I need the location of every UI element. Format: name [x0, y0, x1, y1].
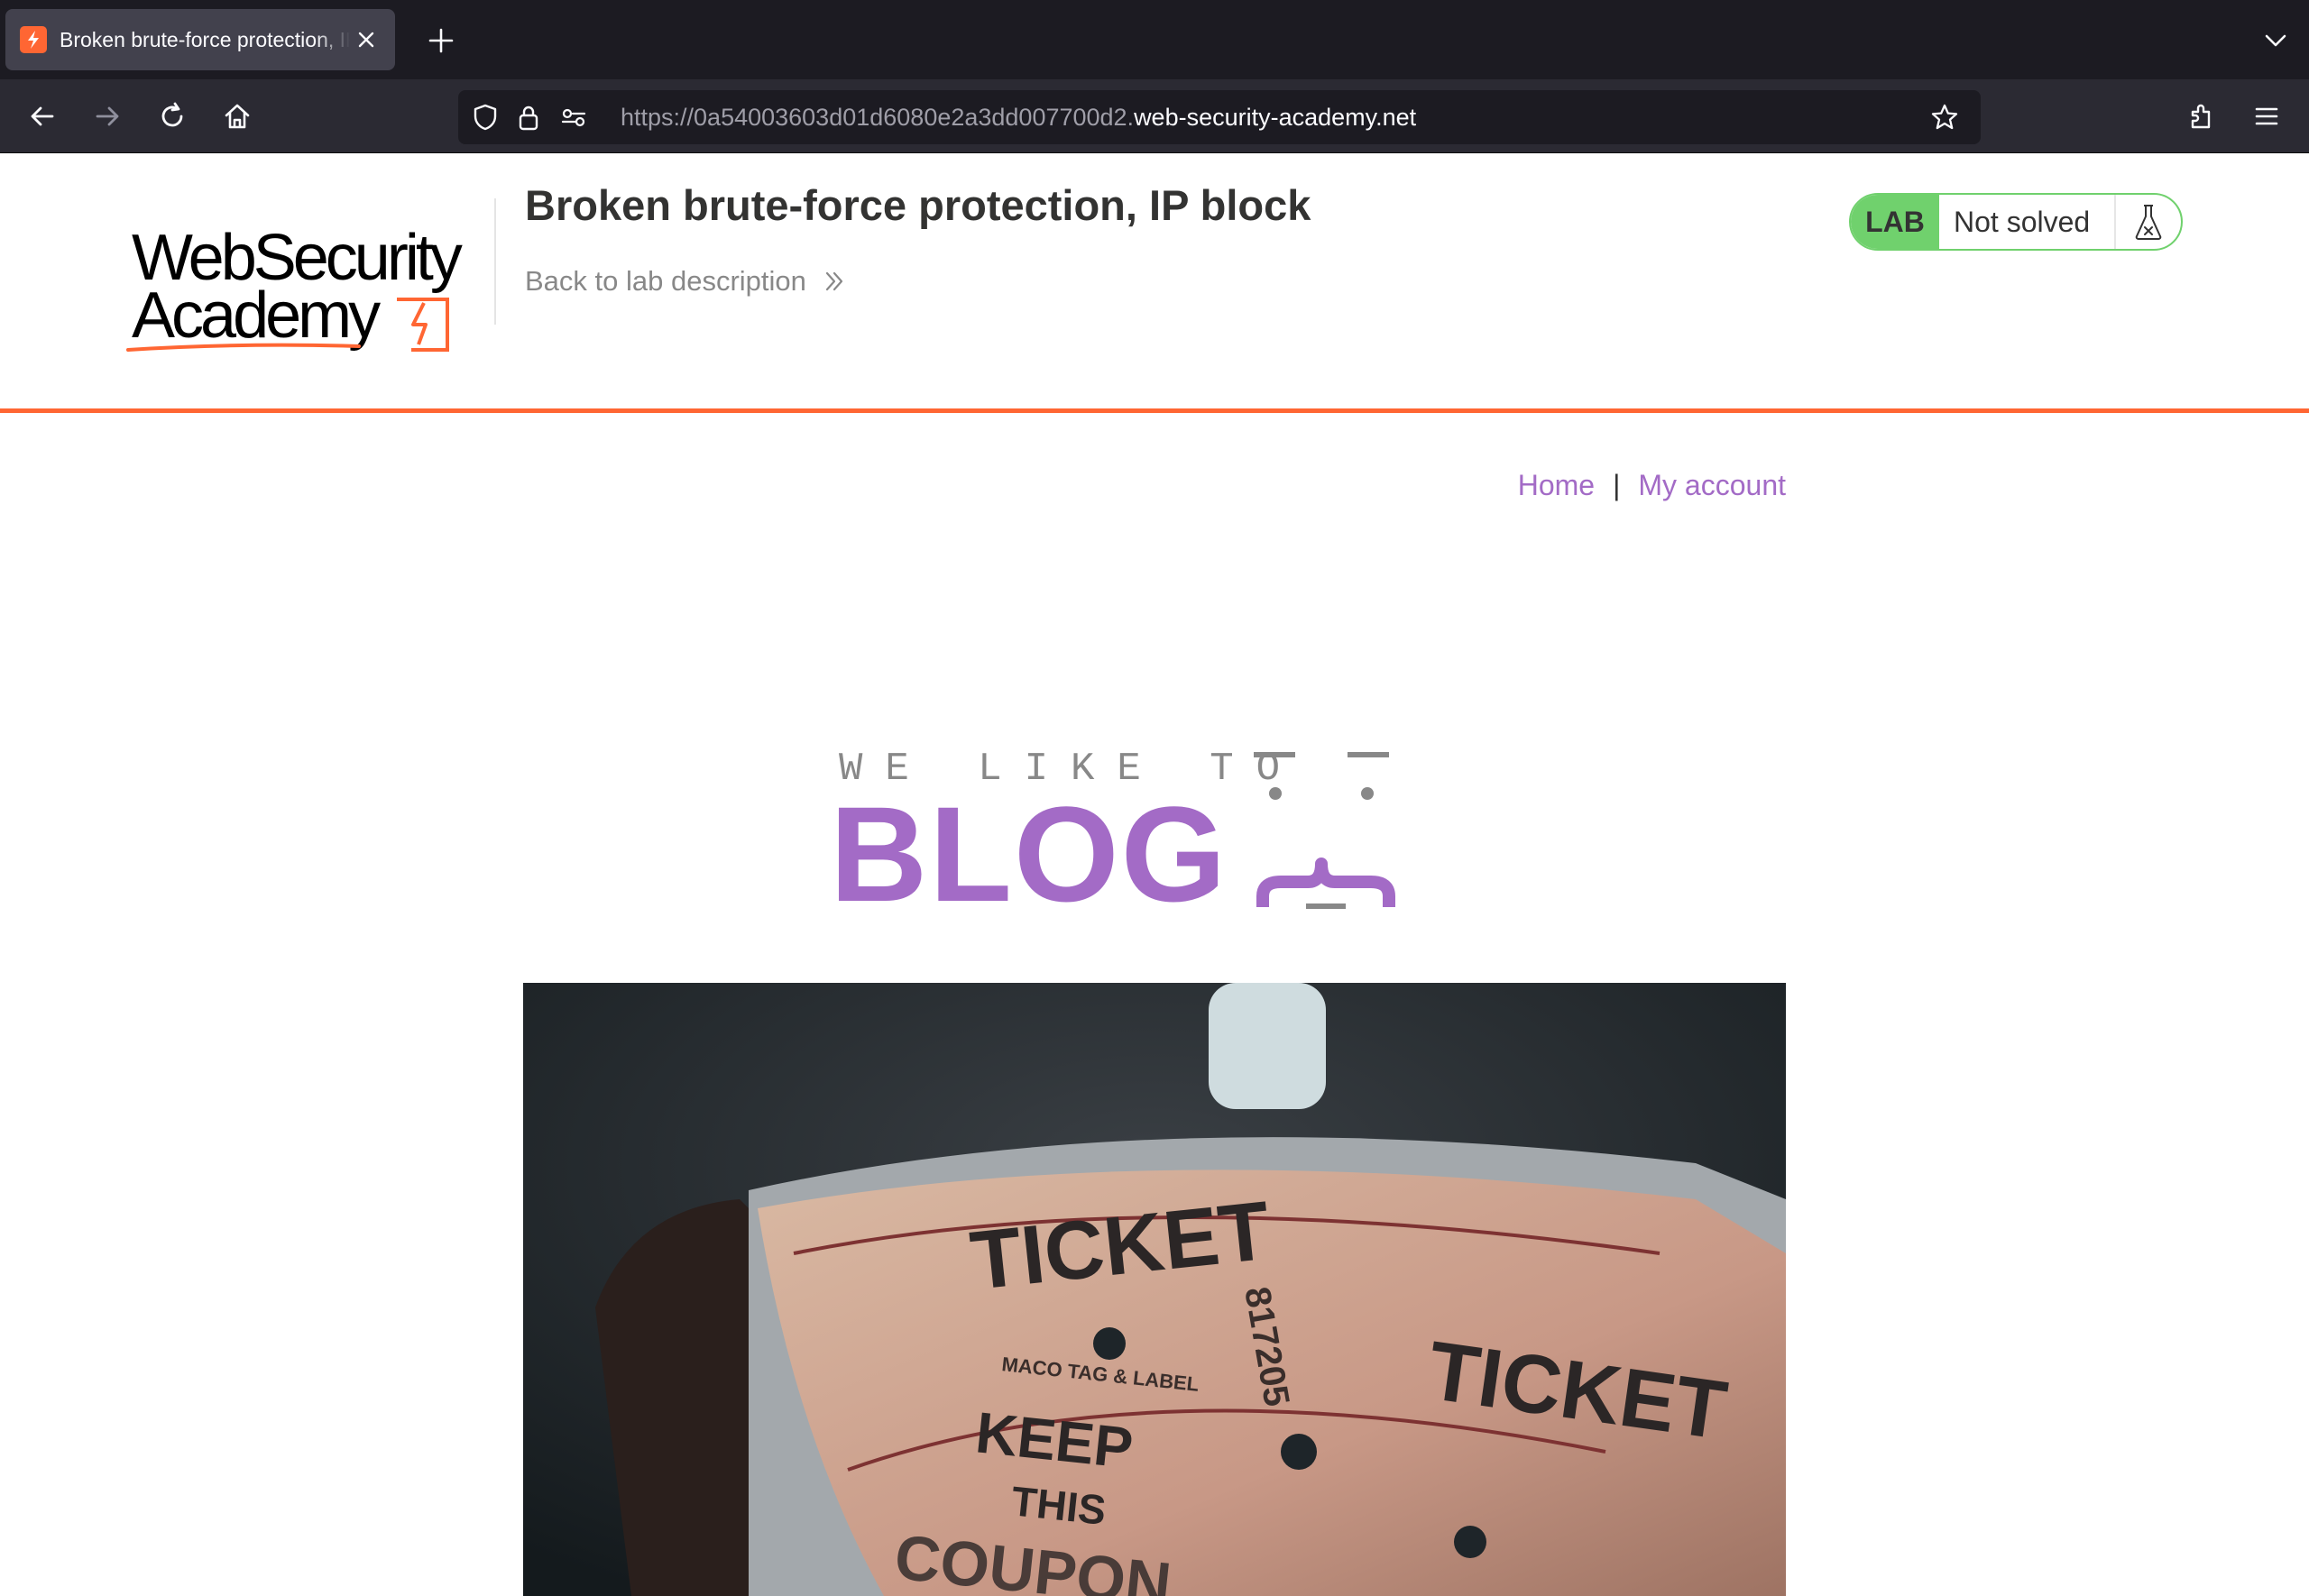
page-content: WebSecurity Academy Broken brute-force p…: [0, 153, 2309, 1596]
extensions-icon[interactable]: [2183, 97, 2221, 135]
lab-status-widget: LAB Not solved: [1849, 193, 2183, 251]
tab-list-icon[interactable]: [2262, 27, 2289, 54]
portswigger-favicon-icon: [20, 26, 47, 53]
browser-tab-bar: Broken brute-force protection, IP block: [0, 0, 2309, 79]
lab-badge: LAB: [1851, 195, 1939, 249]
lab-title: Broken brute-force protection, IP block: [525, 181, 1311, 229]
web-security-academy-logo[interactable]: WebSecurity Academy: [126, 189, 487, 352]
blog-banner: WE LIKE TO BLOG: [830, 738, 1479, 945]
ticket-line2: THIS: [1009, 1477, 1109, 1534]
menu-icon[interactable]: [2248, 97, 2286, 135]
blog-hero-image[interactable]: TICKET TICKET MACO TAG & LABEL KEEP THIS…: [523, 983, 1786, 1596]
blog-face-icon: [1254, 752, 1395, 909]
logo-line2: Academy: [132, 280, 381, 352]
reload-icon[interactable]: [153, 97, 191, 135]
header-orange-rule: [0, 408, 2309, 413]
my-account-link[interactable]: My account: [1638, 469, 1786, 502]
home-link[interactable]: Home: [1518, 469, 1595, 502]
url-prefix: https://0a54003603d01d6080e2a3dd007700d2…: [621, 104, 1135, 131]
url-domain: web-security-academy.net: [1134, 104, 1417, 131]
shield-icon[interactable]: [471, 103, 500, 132]
banner-big-text: BLOG: [830, 778, 1228, 930]
header-divider: [494, 198, 496, 325]
lab-status-text: Not solved: [1939, 195, 2116, 249]
lightning-box-icon: [397, 298, 449, 352]
url-text[interactable]: https://0a54003603d01d6080e2a3dd007700d2…: [621, 104, 1416, 132]
nav-separator: |: [1613, 469, 1621, 501]
permissions-icon[interactable]: [559, 103, 588, 132]
tab-title: Broken brute-force protection, IP block: [60, 27, 350, 51]
browser-tab[interactable]: Broken brute-force protection, IP block: [5, 9, 395, 70]
close-icon[interactable]: [354, 27, 379, 52]
double-chevron-right-icon: [825, 271, 843, 291]
top-navigation: Home | My account: [1518, 469, 1786, 502]
home-icon[interactable]: [218, 97, 256, 135]
logo-underline: [126, 343, 361, 352]
back-to-lab-description-link[interactable]: Back to lab description: [525, 265, 846, 298]
flask-icon: [2116, 195, 2181, 249]
lock-icon[interactable]: [514, 103, 543, 132]
back-link-label: Back to lab description: [525, 265, 806, 297]
ticket-roll-image: TICKET TICKET MACO TAG & LABEL KEEP THIS…: [523, 983, 1786, 1596]
bookmark-star-icon[interactable]: [1930, 103, 1959, 132]
forward-icon[interactable]: [88, 97, 126, 135]
new-tab-icon[interactable]: [426, 25, 456, 56]
browser-toolbar: https://0a54003603d01d6080e2a3dd007700d2…: [0, 79, 2309, 153]
back-icon[interactable]: [23, 97, 61, 135]
url-bar[interactable]: https://0a54003603d01d6080e2a3dd007700d2…: [458, 90, 1981, 144]
